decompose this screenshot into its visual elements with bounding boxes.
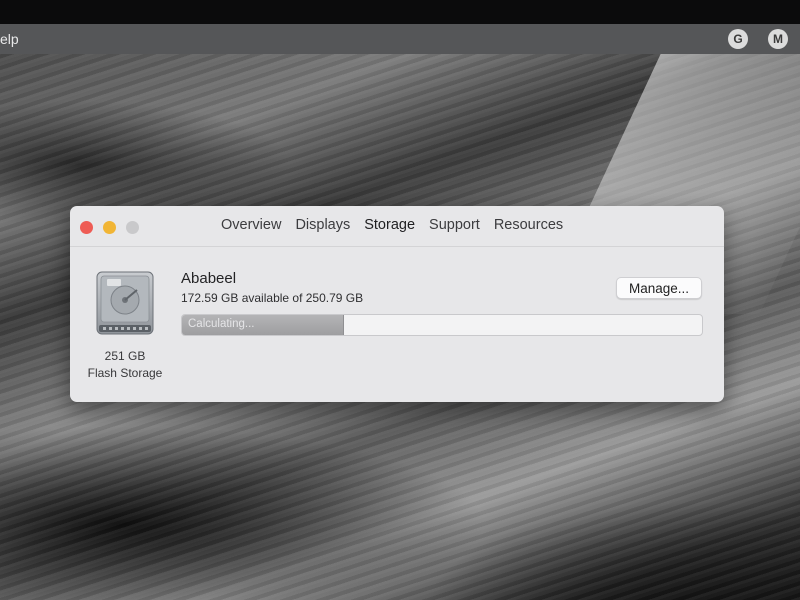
disk-kind-label: Flash Storage	[87, 366, 163, 380]
manage-button[interactable]: Manage...	[616, 277, 702, 299]
volume-availability: 172.59 GB available of 250.79 GB	[181, 291, 364, 305]
m-icon[interactable]: M	[768, 29, 788, 49]
google-icon[interactable]: G	[728, 29, 748, 49]
storage-status-label: Calculating...	[188, 318, 255, 330]
window-titlebar: Overview Displays Storage Support Resour…	[70, 206, 724, 247]
menu-bar: elp G M	[0, 24, 800, 54]
zoom-button[interactable]	[126, 221, 139, 234]
tab-support[interactable]: Support	[422, 217, 487, 233]
volume-name: Ababeel	[181, 270, 237, 287]
tab-resources[interactable]: Resources	[487, 217, 570, 233]
hard-drive-icon	[96, 271, 154, 335]
tab-storage[interactable]: Storage	[357, 217, 422, 233]
about-this-mac-window: Overview Displays Storage Support Resour…	[70, 206, 724, 402]
tab-displays[interactable]: Displays	[288, 217, 357, 233]
menu-help[interactable]: elp	[0, 31, 19, 47]
tab-overview[interactable]: Overview	[214, 217, 288, 233]
disk-size-label: 251 GB	[104, 349, 146, 363]
tab-bar: Overview Displays Storage Support Resour…	[214, 217, 570, 233]
storage-usage-bar: Calculating...	[181, 314, 703, 336]
close-button[interactable]	[80, 221, 93, 234]
minimize-button[interactable]	[103, 221, 116, 234]
